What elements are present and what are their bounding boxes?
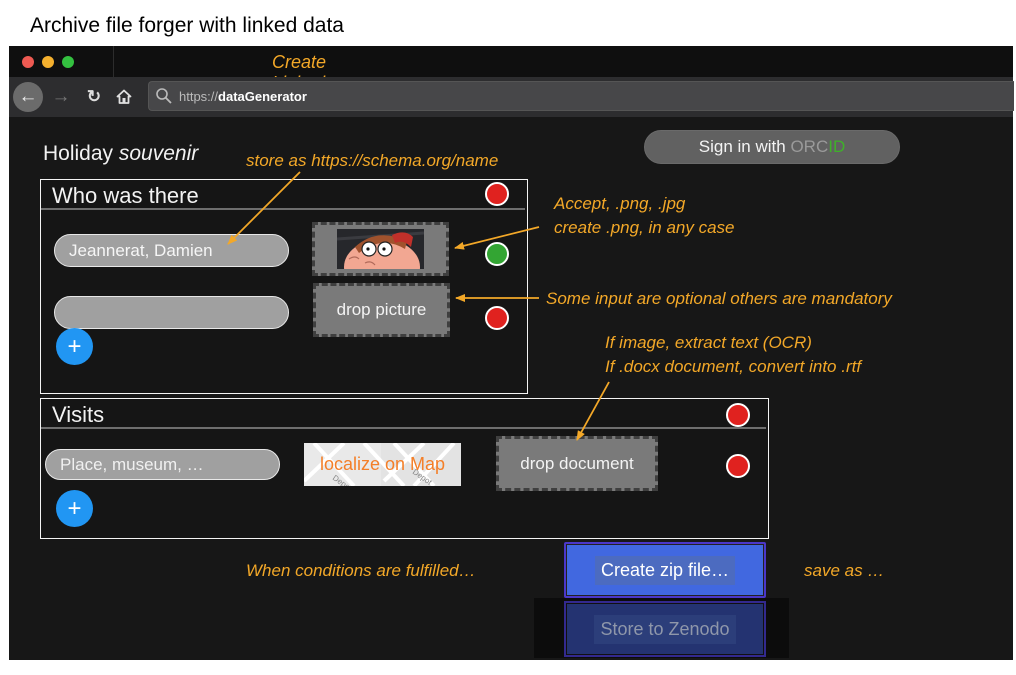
place-input[interactable]: [45, 449, 280, 480]
title-bar: Create Linked data: [9, 46, 1013, 114]
annotation-save-as: save as …: [804, 561, 885, 580]
page-content: Holiday souvenir Sign in with ORC ID Who …: [9, 117, 1013, 598]
plus-icon: +: [67, 494, 82, 522]
section-header: Visits: [41, 399, 766, 429]
home-button[interactable]: [113, 82, 135, 112]
orcid-sign-in-button[interactable]: Sign in with ORC ID: [644, 130, 900, 164]
section-status-indicator: [485, 182, 509, 206]
add-visit-button[interactable]: +: [56, 490, 93, 527]
reload-icon: ↻: [86, 87, 102, 106]
page-content-lower: [9, 598, 1013, 660]
annotation-conditions: When conditions are fulfilled…: [246, 561, 476, 580]
back-arrow-icon: ←: [18, 86, 38, 107]
section-title: Visits: [52, 402, 105, 427]
search-icon: [156, 88, 172, 104]
section-title: Who was there: [52, 183, 199, 208]
localize-on-map-label: localize on Map: [319, 454, 446, 474]
drop-document-label: drop document: [520, 453, 634, 473]
annotation-optional: Some input are optional others are manda…: [546, 289, 892, 308]
picture-drop-zone-filled[interactable]: [312, 222, 449, 276]
localize-on-map-button[interactable]: Depot Depot localize on Map: [304, 443, 461, 486]
close-window-button[interactable]: [22, 56, 34, 68]
annotation-ocr: If image, extract text (OCR) If .docx do…: [605, 333, 862, 376]
document-drop-zone[interactable]: drop document: [496, 436, 658, 491]
section-header: Who was there: [41, 180, 525, 210]
forward-button[interactable]: →: [49, 82, 73, 112]
cartoon-face-image: [337, 229, 424, 269]
reload-button[interactable]: ↻: [83, 82, 105, 112]
create-zip-button[interactable]: Create zip file…: [564, 542, 766, 598]
annotation-accept: Accept, .png, .jpg create .png, in any c…: [554, 194, 735, 237]
row-status-indicator: [485, 242, 509, 266]
row-status-indicator: [726, 454, 750, 478]
back-button[interactable]: ←: [13, 82, 43, 112]
plus-icon: +: [67, 332, 82, 360]
address-bar[interactable]: https://dataGenerator: [148, 81, 1014, 111]
section-status-indicator: [726, 403, 750, 427]
home-icon: [116, 89, 132, 104]
visits-section: Visits Depot Depot: [40, 398, 769, 539]
app-title: Holiday souvenir: [43, 142, 199, 165]
picture-drop-zone[interactable]: drop picture: [313, 283, 450, 337]
person-name-input[interactable]: [54, 234, 289, 267]
browser-tab[interactable]: Create Linked data: [114, 46, 349, 114]
maximize-window-button[interactable]: [62, 56, 74, 68]
store-to-zenodo-label: Store to Zenodo: [594, 614, 736, 644]
minimize-window-button[interactable]: [42, 56, 54, 68]
row-status-indicator: [485, 306, 509, 330]
who-was-there-section: Who was there Jeannerat, Damien drop pic…: [40, 179, 528, 394]
annotation-schema: store as https://schema.org/name: [246, 151, 499, 170]
browser-toolbar: ← → ↻ https://dataGenerator: [9, 77, 1014, 117]
forward-arrow-icon: →: [51, 86, 71, 107]
add-person-button[interactable]: +: [56, 328, 93, 365]
browser-window: Create Linked data ← → ↻ https://dataGen…: [9, 46, 1014, 598]
drop-picture-label: drop picture: [336, 300, 427, 319]
person-name-input[interactable]: [54, 296, 289, 329]
page-title: Archive file forger with linked data: [30, 14, 344, 37]
create-zip-label: Create zip file…: [594, 555, 736, 585]
url-text: https://dataGenerator: [179, 89, 307, 104]
store-to-zenodo-button[interactable]: Store to Zenodo: [564, 601, 766, 657]
portrait-thumbnail: [337, 229, 424, 269]
